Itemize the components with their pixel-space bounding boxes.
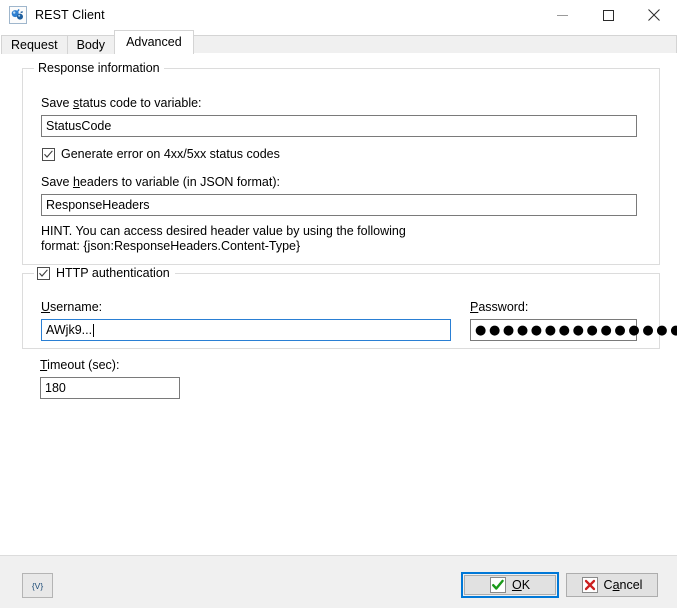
headers-hint-line-1: HINT. You can access desired header valu… bbox=[41, 224, 406, 238]
window-title: REST Client bbox=[35, 8, 105, 22]
headers-input[interactable]: ResponseHeaders bbox=[41, 194, 637, 216]
headers-value: ResponseHeaders bbox=[46, 198, 150, 212]
ok-button-label: OK bbox=[511, 578, 531, 592]
check-icon bbox=[44, 149, 53, 158]
status-code-label: Save status code to variable: bbox=[41, 96, 202, 110]
insert-variable-button[interactable]: {V} bbox=[22, 573, 53, 598]
username-input[interactable]: AWjk9... bbox=[41, 319, 451, 341]
check-icon bbox=[39, 268, 48, 277]
checkbox-box bbox=[42, 147, 55, 161]
http-authentication-label: HTTP authentication bbox=[56, 266, 170, 280]
minimize-icon bbox=[556, 14, 568, 16]
username-value: AWjk9... bbox=[46, 323, 93, 337]
checkbox-box bbox=[37, 266, 50, 280]
tab-request[interactable]: Request bbox=[1, 35, 68, 54]
status-code-value: StatusCode bbox=[46, 119, 112, 133]
headers-hint-line-2: format: {json:ResponseHeaders.Content-Ty… bbox=[41, 239, 301, 253]
timeout-label: Timeout (sec): bbox=[40, 358, 120, 372]
close-icon bbox=[648, 9, 660, 21]
text-caret bbox=[93, 323, 95, 337]
title-bar: REST Client bbox=[0, 0, 677, 30]
minimize-button[interactable] bbox=[539, 0, 585, 30]
ok-button[interactable]: OK bbox=[464, 575, 556, 595]
status-code-input[interactable]: StatusCode bbox=[41, 115, 637, 137]
generate-error-label: Generate error on 4xx/5xx status codes bbox=[61, 147, 280, 161]
cancel-button[interactable]: Cancel bbox=[566, 573, 658, 597]
password-input[interactable]: ●●●●●●●●●●●●●●●●●●●●● bbox=[470, 319, 677, 341]
headers-label: Save headers to variable (in JSON format… bbox=[41, 175, 280, 189]
tab-strip: Request Body Advanced bbox=[0, 30, 677, 54]
response-information-caption: Response information bbox=[34, 61, 164, 75]
username-label: Username: bbox=[41, 300, 103, 314]
timeout-input[interactable]: 180 bbox=[40, 377, 180, 399]
maximize-button[interactable] bbox=[585, 0, 631, 30]
advanced-panel: Response information Save status code to… bbox=[0, 54, 677, 556]
variable-braces-icon: {V} bbox=[32, 581, 44, 591]
tab-body[interactable]: Body bbox=[66, 35, 116, 54]
response-information-group: Response information Save status code to… bbox=[22, 61, 660, 265]
dialog-footer: {V} OK Cancel bbox=[0, 555, 677, 608]
rest-client-icon bbox=[9, 6, 27, 24]
tab-strip-filler bbox=[192, 35, 677, 54]
http-authentication-checkbox[interactable]: HTTP authentication bbox=[34, 265, 175, 281]
generate-error-checkbox[interactable]: Generate error on 4xx/5xx status codes bbox=[42, 147, 280, 161]
close-button[interactable] bbox=[631, 0, 677, 30]
cancel-button-label: Cancel bbox=[603, 578, 643, 592]
tab-advanced[interactable]: Advanced bbox=[114, 30, 194, 54]
timeout-value: 180 bbox=[45, 381, 66, 395]
svg-text:{V}: {V} bbox=[32, 581, 44, 591]
green-check-icon bbox=[489, 577, 506, 593]
window-controls bbox=[539, 0, 677, 30]
http-authentication-group: HTTP authentication Username: AWjk9... P… bbox=[22, 265, 677, 349]
red-x-icon bbox=[581, 577, 598, 593]
maximize-icon bbox=[602, 9, 614, 21]
password-label: Password: bbox=[470, 300, 529, 314]
password-masked-value: ●●●●●●●●●●●●●●●●●●●●● bbox=[475, 322, 677, 338]
